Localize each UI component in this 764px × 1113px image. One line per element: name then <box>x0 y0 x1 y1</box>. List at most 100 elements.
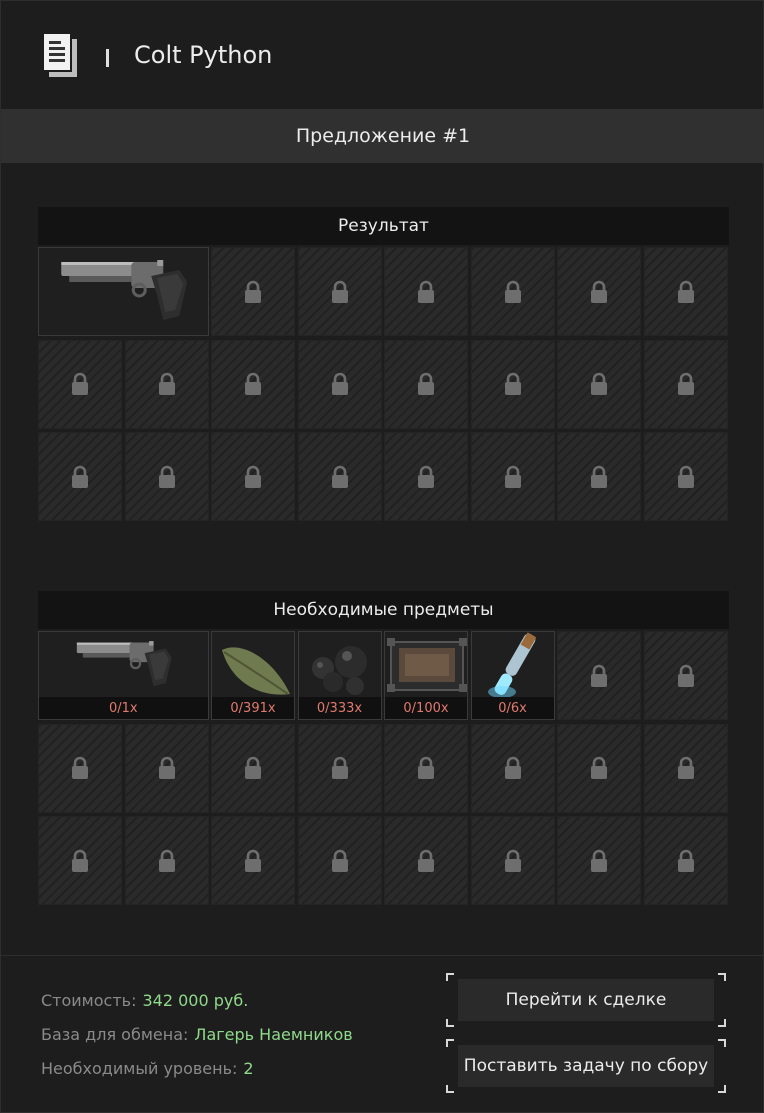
locked-slot <box>38 432 122 521</box>
locked-slot <box>557 432 641 521</box>
lock-icon <box>330 372 350 396</box>
set-collect-task-button[interactable]: Поставить задачу по сбору <box>446 1039 726 1093</box>
lock-icon <box>503 280 523 304</box>
lock-icon <box>676 756 696 780</box>
item-count: 0/391x <box>212 697 294 719</box>
lock-icon <box>503 756 523 780</box>
lock-icon <box>589 372 609 396</box>
locked-slot <box>297 247 382 336</box>
locked-slot <box>38 723 122 813</box>
lock-icon <box>70 849 90 873</box>
lock-icon <box>589 280 609 304</box>
locked-slot <box>211 339 295 429</box>
trade-offer-window: Colt Python Предложение #1 Результат Нео… <box>0 0 764 1113</box>
locked-slot <box>124 723 209 813</box>
set-collect-task-label: Поставить задачу по сбору <box>463 1056 709 1076</box>
lock-icon <box>416 849 436 873</box>
lock-icon <box>416 465 436 489</box>
locked-slot <box>643 247 728 336</box>
required-item-slot[interactable]: 0/1x <box>38 631 209 720</box>
document-icon <box>41 31 81 79</box>
locked-slot <box>384 339 468 429</box>
locked-slot <box>297 432 382 521</box>
cost-value: 342 000 руб. <box>142 991 249 1010</box>
cost-label: Стоимость: <box>41 991 137 1010</box>
go-to-deal-label: Перейти к сделке <box>505 990 667 1010</box>
locked-slot <box>211 816 295 905</box>
lock-icon <box>330 756 350 780</box>
locked-slot <box>124 816 209 905</box>
lock-icon <box>589 465 609 489</box>
lock-icon <box>243 372 263 396</box>
locked-slot <box>124 339 209 429</box>
locked-slot <box>470 816 555 905</box>
locked-slot <box>643 339 728 429</box>
locked-slot <box>557 723 641 813</box>
lock-icon <box>243 465 263 489</box>
base-label: База для обмена: <box>41 1025 189 1044</box>
lock-icon <box>416 756 436 780</box>
lock-icon <box>243 756 263 780</box>
lock-icon <box>70 756 90 780</box>
locked-slot <box>470 432 555 521</box>
locked-slot <box>211 247 295 336</box>
required-item-slot[interactable]: 0/100x <box>384 631 468 720</box>
base-value: Лагерь Наемников <box>194 1025 353 1044</box>
lock-icon <box>676 280 696 304</box>
locked-slot <box>384 723 468 813</box>
lock-icon <box>243 849 263 873</box>
lock-icon <box>676 664 696 688</box>
locked-slot <box>297 339 382 429</box>
item-count: 0/100x <box>385 697 467 719</box>
base-row: База для обмена: Лагерь Наемников <box>41 1025 353 1044</box>
footer-divider <box>1 955 764 956</box>
header: Colt Python <box>1 1 764 109</box>
level-row: Необходимый уровень: 2 <box>41 1059 254 1078</box>
required-section-title: Необходимые предметы <box>38 591 729 629</box>
lock-icon <box>157 756 177 780</box>
item-count: 0/6x <box>471 697 554 719</box>
page-title: Colt Python <box>134 41 273 69</box>
locked-slot <box>384 816 468 905</box>
header-separator <box>106 49 109 67</box>
locked-slot <box>643 723 728 813</box>
lock-icon <box>589 664 609 688</box>
lock-icon <box>157 465 177 489</box>
item-count: 0/333x <box>298 697 381 719</box>
locked-slot <box>297 816 382 905</box>
lock-icon <box>416 372 436 396</box>
lock-icon <box>70 372 90 396</box>
lock-icon <box>157 372 177 396</box>
required-item-slot[interactable]: 0/6x <box>470 631 555 720</box>
lock-icon <box>330 280 350 304</box>
locked-slot <box>557 816 641 905</box>
locked-slot <box>643 631 728 720</box>
go-to-deal-button[interactable]: Перейти к сделке <box>446 973 726 1027</box>
locked-slot <box>557 247 641 336</box>
lock-icon <box>676 465 696 489</box>
level-label: Необходимый уровень: <box>41 1059 238 1078</box>
lock-icon <box>330 849 350 873</box>
lock-icon <box>503 465 523 489</box>
result-item-slot[interactable] <box>38 247 209 336</box>
offer-title: Предложение #1 <box>1 109 764 163</box>
locked-slot <box>211 432 295 521</box>
lock-icon <box>503 372 523 396</box>
required-item-slot[interactable]: 0/391x <box>211 631 295 720</box>
locked-slot <box>470 339 555 429</box>
locked-slot <box>211 723 295 813</box>
level-value: 2 <box>243 1059 254 1078</box>
locked-slot <box>124 432 209 521</box>
result-grid <box>38 247 729 524</box>
result-section-title: Результат <box>38 207 729 245</box>
lock-icon <box>157 849 177 873</box>
lock-icon <box>416 280 436 304</box>
required-item-slot[interactable]: 0/333x <box>297 631 382 720</box>
lock-icon <box>243 280 263 304</box>
locked-slot <box>38 816 122 905</box>
lock-icon <box>676 849 696 873</box>
lock-icon <box>589 849 609 873</box>
lock-icon <box>330 465 350 489</box>
locked-slot <box>38 339 122 429</box>
locked-slot <box>643 432 728 521</box>
